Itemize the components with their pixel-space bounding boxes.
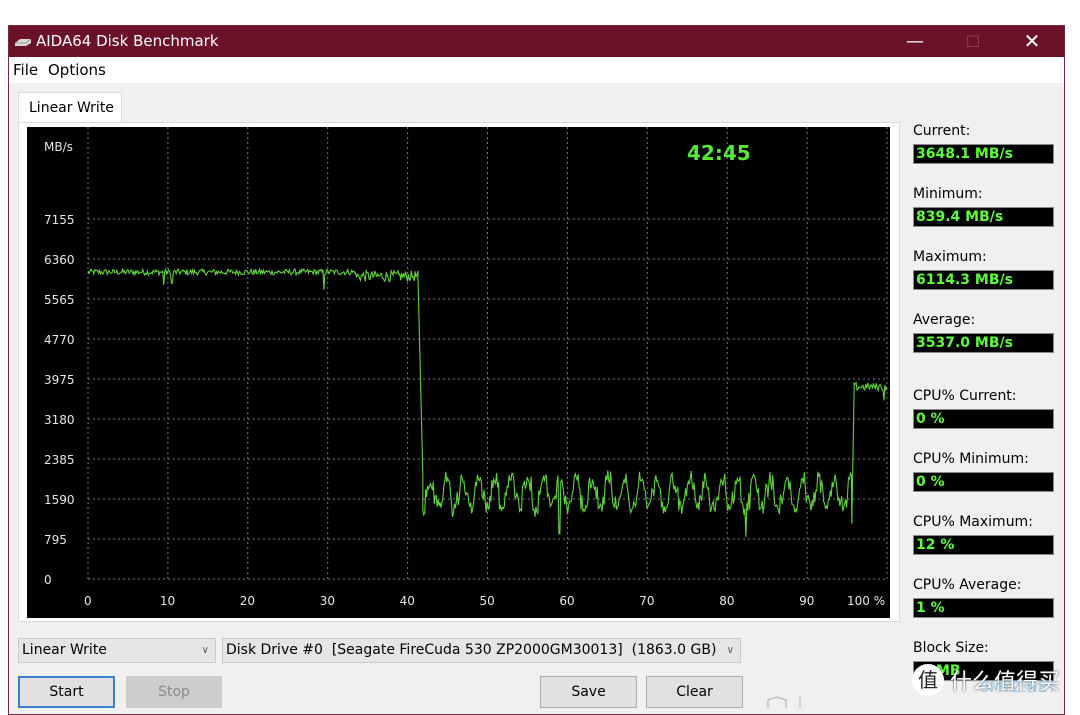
minimum-label: Minimum: [913, 186, 983, 202]
elapsed-time: 42:45 [687, 141, 751, 165]
x-tick-label: 20 [240, 594, 255, 608]
watermark-sub: SMYZ.NET [980, 678, 1057, 696]
cpu-average-value: 1 % [913, 598, 1054, 618]
clear-button[interactable]: Clear [646, 676, 743, 708]
maximum-value: 6114.3 MB/s [913, 270, 1054, 290]
maximize-button: ☐ [965, 32, 981, 51]
benchmark-window: AIDA64 Disk Benchmark — ☐ ✕ File Options… [8, 25, 1065, 715]
menu-file[interactable]: File [13, 61, 38, 79]
x-tick-label: 60 [559, 594, 574, 608]
shield-icon [767, 696, 801, 708]
cpu-current-value: 0 % [913, 409, 1054, 429]
close-button[interactable]: ✕ [1009, 26, 1055, 57]
x-tick-label: 30 [320, 594, 335, 608]
x-tick-label: 80 [719, 594, 734, 608]
y-tick-label: 3180 [44, 413, 75, 427]
tab-linear-write[interactable]: Linear Write [18, 92, 122, 123]
drive-value: Disk Drive #0 [Seagate FireCuda 530 ZP20… [226, 642, 717, 658]
start-button[interactable]: Start [18, 676, 115, 708]
maximum-label: Maximum: [913, 249, 987, 265]
y-tick-label: 7155 [44, 213, 75, 227]
disk-drive-icon [15, 38, 32, 46]
chevron-down-icon: ∨ [201, 645, 209, 656]
watermark: 值 什么值得买 SMYZ.NET [910, 658, 1080, 704]
cpu-minimum-value: 0 % [913, 472, 1054, 492]
x-tick-label: 100 % [847, 594, 885, 608]
y-tick-label: 795 [44, 533, 67, 547]
current-label: Current: [913, 123, 971, 139]
test-type-value: Linear Write [22, 642, 107, 658]
menu-bar: File Options [9, 57, 1064, 83]
y-tick-label: 2385 [44, 453, 75, 467]
save-button[interactable]: Save [540, 676, 637, 708]
average-label: Average: [913, 312, 976, 328]
y-tick-label: 6360 [44, 253, 75, 267]
x-tick-label: 90 [799, 594, 814, 608]
test-type-select[interactable]: Linear Write ∨ [18, 638, 216, 663]
chevron-down-icon: ∨ [726, 645, 734, 656]
y-tick-label: 5565 [44, 293, 75, 307]
tab-label: Linear Write [29, 100, 114, 116]
x-tick-label: 40 [400, 594, 415, 608]
average-value: 3537.0 MB/s [913, 333, 1054, 353]
window-title: AIDA64 Disk Benchmark [36, 32, 219, 50]
y-tick-label: 1590 [44, 493, 75, 507]
benchmark-chart: 0 795 1590 2385 3180 3975 4770 5565 6360 7155 MB/s… [27, 127, 890, 618]
cpu-maximum-label: CPU% Maximum: [913, 514, 1033, 530]
x-tick-label: 0 [84, 594, 92, 608]
menu-options[interactable]: Options [48, 61, 106, 79]
drive-select[interactable]: Disk Drive #0 [Seagate FireCuda 530 ZP20… [222, 638, 741, 663]
title-bar[interactable]: AIDA64 Disk Benchmark — ☐ ✕ [9, 26, 1064, 57]
cpu-average-label: CPU% Average: [913, 577, 1022, 593]
minimize-button[interactable]: — [892, 26, 938, 57]
minimum-value: 839.4 MB/s [913, 207, 1054, 227]
y-tick-label: 4770 [44, 333, 75, 347]
cpu-maximum-value: 12 % [913, 535, 1054, 555]
current-value: 3648.1 MB/s [913, 144, 1054, 164]
cpu-current-label: CPU% Current: [913, 388, 1017, 404]
chart-svg: 0 795 1590 2385 3180 3975 4770 5565 6360 7155 MB/s… [44, 127, 888, 608]
cpu-minimum-label: CPU% Minimum: [913, 451, 1029, 467]
y-tick-label: 0 [44, 573, 52, 587]
x-tick-label: 50 [480, 594, 495, 608]
y-tick-label: 3975 [44, 373, 75, 387]
watermark-badge: 值 [912, 664, 944, 696]
x-tick-label: 10 [160, 594, 175, 608]
y-axis-label: MB/s [44, 140, 73, 154]
stop-button: Stop [126, 676, 222, 708]
block-size-label: Block Size: [913, 640, 989, 656]
x-tick-label: 70 [639, 594, 654, 608]
